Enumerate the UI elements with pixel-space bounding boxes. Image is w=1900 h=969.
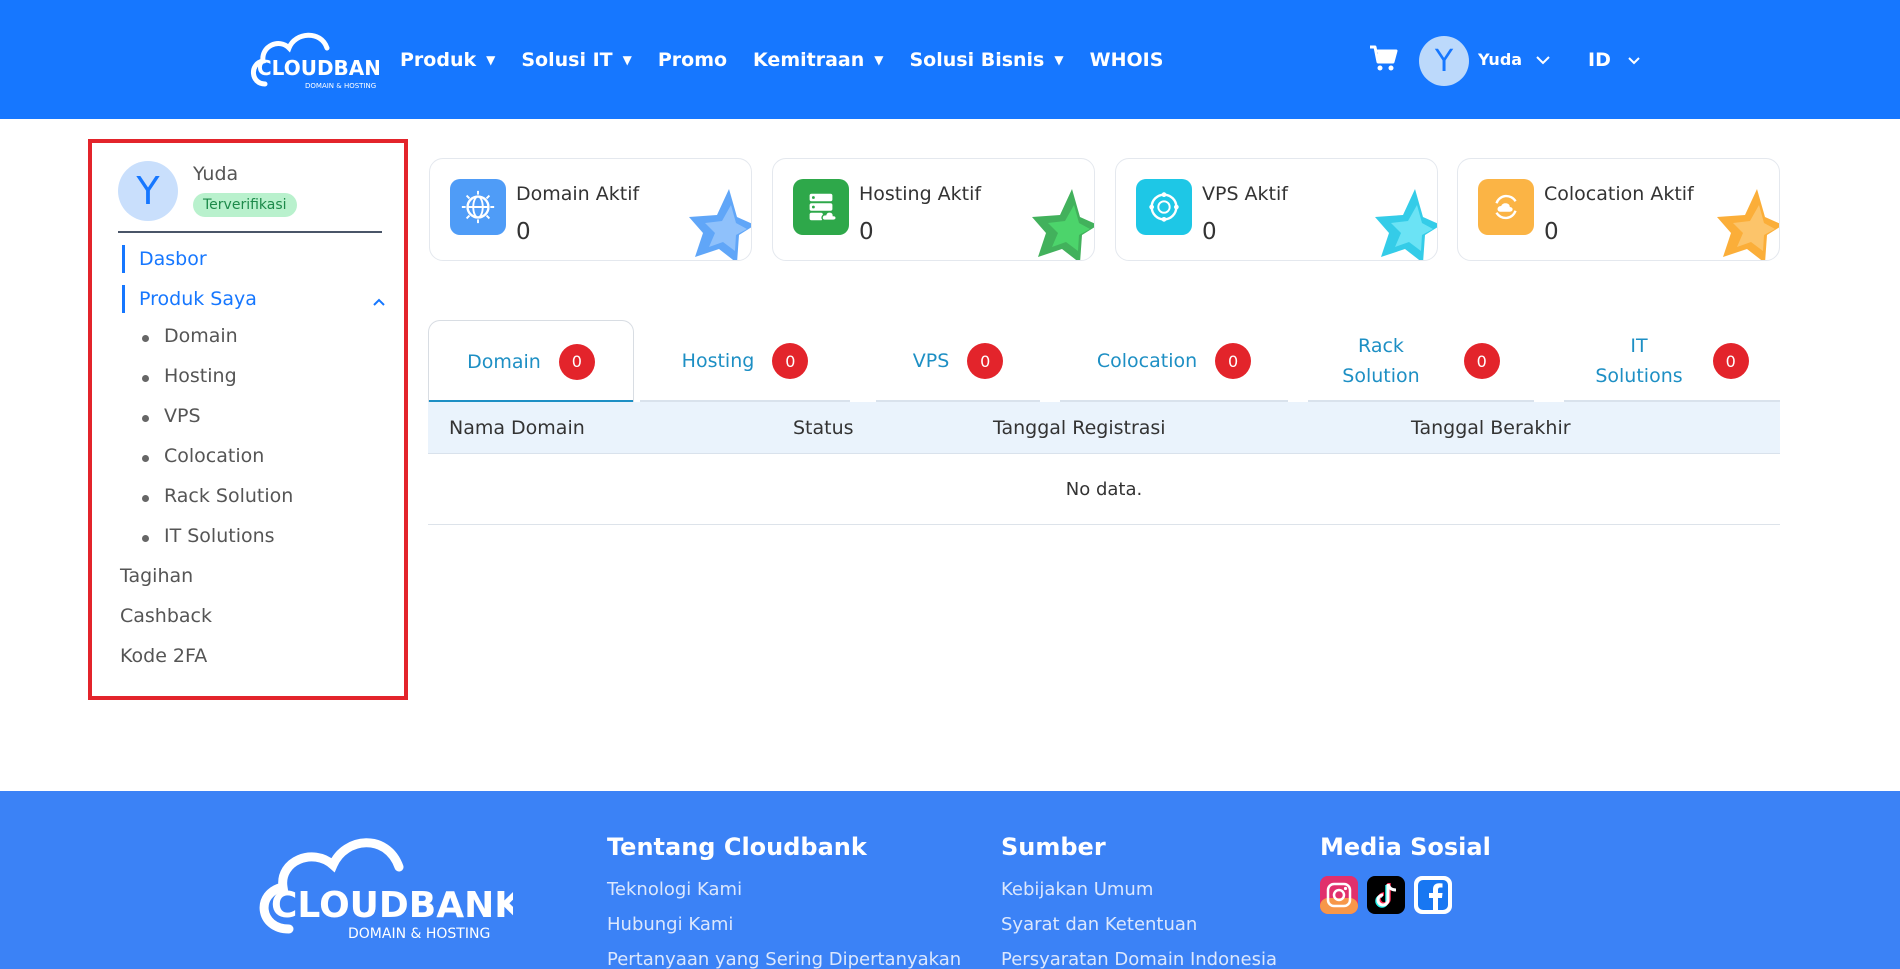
star-decoration-icon	[1032, 189, 1094, 260]
table-header: Nama Domain Status Tanggal Registrasi Ta…	[428, 402, 1780, 454]
facebook-icon[interactable]	[1414, 876, 1452, 914]
sidebar-avatar: Y	[118, 161, 178, 221]
footer-social-title: Media Sosial	[1320, 833, 1491, 861]
stat-title: Colocation Aktif	[1544, 183, 1694, 205]
footer-resources-title: Sumber	[1001, 833, 1106, 861]
footer-link[interactable]: Hubungi Kami	[607, 914, 733, 935]
verified-badge: Terverifikasi	[193, 193, 297, 217]
nav-produk[interactable]: Produk ▼	[400, 49, 495, 71]
network-icon	[1136, 179, 1192, 235]
stat-value: 0	[516, 219, 531, 245]
column-tanggal-berakhir[interactable]: Tanggal Berakhir	[1411, 417, 1571, 439]
stat-card-hosting: Hosting Aktif 0	[772, 158, 1095, 261]
globe-icon	[450, 179, 506, 235]
tab-vps[interactable]: VPS 0	[876, 320, 1040, 402]
caret-down-icon: ▼	[486, 52, 496, 67]
footer-link[interactable]: Kebijakan Umum	[1001, 879, 1153, 900]
chevron-down-icon[interactable]	[1627, 54, 1641, 68]
footer-link[interactable]: Syarat dan Ketentuan	[1001, 914, 1197, 935]
stat-title: Domain Aktif	[516, 183, 640, 205]
caret-down-icon: ▼	[1054, 52, 1064, 67]
nav-whois[interactable]: WHOIS	[1090, 49, 1164, 71]
sidebar-user-name: Yuda	[193, 163, 239, 185]
star-decoration-icon	[1717, 189, 1779, 260]
footer-logo-text: CLOUDBANK	[271, 885, 513, 926]
footer-logo-subtext: DOMAIN & HOSTING	[348, 926, 490, 942]
server-icon	[793, 179, 849, 235]
table-empty-state: No data.	[428, 454, 1780, 525]
tab-domain[interactable]: Domain 0	[428, 320, 634, 402]
column-status[interactable]: Status	[793, 417, 854, 439]
count-badge: 0	[1712, 343, 1749, 379]
stat-value: 0	[859, 219, 874, 245]
sidebar-item-produk-saya[interactable]: Produk Saya	[122, 285, 257, 313]
cloud-sync-icon	[1478, 179, 1534, 235]
product-tabs: Domain 0 Hosting 0 VPS 0 Colocation 0 Ra…	[428, 320, 1780, 402]
nav-solusi-bisnis[interactable]: Solusi Bisnis ▼	[910, 49, 1064, 71]
sidebar-item-cashback[interactable]: Cashback	[120, 605, 212, 627]
caret-down-icon: ▼	[622, 52, 632, 67]
footer-link[interactable]: Persyaratan Domain Indonesia	[1001, 949, 1277, 969]
cloud-logo-icon: CLOUDBANK DOMAIN & HOSTING	[259, 838, 523, 942]
user-name[interactable]: Yuda	[1478, 50, 1522, 69]
sidebar-item-dasbor[interactable]: Dasbor	[122, 245, 207, 273]
user-avatar[interactable]: Y	[1419, 36, 1469, 86]
logo-subtext: DOMAIN & HOSTING	[305, 82, 376, 90]
sidebar-item-hosting[interactable]: Hosting	[142, 365, 237, 387]
stat-card-vps: VPS Aktif 0	[1115, 158, 1438, 261]
count-badge: 0	[1463, 343, 1500, 379]
sidebar-item-kode-2fa[interactable]: Kode 2FA	[120, 645, 207, 667]
count-badge: 0	[772, 343, 809, 379]
footer-about-title: Tentang Cloudbank	[607, 833, 867, 861]
nav-kemitraan[interactable]: Kemitraan ▼	[753, 49, 883, 71]
top-navbar: CLOUDBANK DOMAIN & HOSTING Produk▼ Solus…	[0, 0, 1900, 119]
count-badge: 0	[1215, 343, 1252, 379]
footer-link[interactable]: Pertanyaan yang Sering Dipertanyakan	[607, 949, 961, 969]
stat-title: Hosting Aktif	[859, 183, 982, 205]
logo-text: CLOUDBANK	[257, 56, 379, 80]
footer-link[interactable]: Teknologi Kami	[607, 879, 742, 900]
stat-card-domain: Domain Aktif 0	[429, 158, 752, 261]
instagram-icon[interactable]	[1320, 876, 1358, 914]
main-nav: Produk ▼ Solusi IT ▼ Promo Kemitraan ▼ Solu…	[400, 0, 1189, 119]
account-sidebar: Y Yuda Terverifikasi Dasbor Produk Saya …	[88, 139, 408, 700]
count-badge: 0	[967, 343, 1004, 379]
nav-solusi-it[interactable]: Solusi IT ▼	[521, 49, 631, 71]
column-nama-domain[interactable]: Nama Domain	[449, 417, 585, 439]
caret-down-icon: ▼	[874, 52, 884, 67]
stat-value: 0	[1544, 219, 1559, 245]
sidebar-item-rack-solution[interactable]: Rack Solution	[142, 485, 293, 507]
sidebar-item-tagihan[interactable]: Tagihan	[120, 565, 193, 587]
chevron-up-icon[interactable]	[372, 295, 386, 309]
footer-logo[interactable]: CLOUDBANK DOMAIN & HOSTING	[253, 833, 523, 943]
stat-card-colocation: Colocation Aktif 0	[1457, 158, 1780, 261]
stat-value: 0	[1202, 219, 1217, 245]
sidebar-divider	[118, 231, 382, 233]
tab-colocation[interactable]: Colocation 0	[1060, 320, 1288, 402]
sidebar-item-vps[interactable]: VPS	[142, 405, 201, 427]
tab-rack-solution[interactable]: Rack Solution 0	[1308, 320, 1534, 402]
sidebar-item-it-solutions[interactable]: IT Solutions	[142, 525, 275, 547]
chevron-down-icon[interactable]	[1535, 52, 1551, 68]
tab-hosting[interactable]: Hosting 0	[640, 320, 850, 402]
nav-promo[interactable]: Promo	[658, 49, 727, 71]
star-decoration-icon	[1375, 189, 1437, 260]
cloud-logo-icon: CLOUDBANK DOMAIN & HOSTING	[251, 32, 398, 90]
sidebar-item-colocation[interactable]: Colocation	[142, 445, 264, 467]
tiktok-icon[interactable]	[1367, 876, 1405, 914]
column-tanggal-registrasi[interactable]: Tanggal Registrasi	[993, 417, 1166, 439]
site-footer: CLOUDBANK DOMAIN & HOSTING Tentang Cloud…	[0, 791, 1900, 969]
count-badge: 0	[558, 343, 595, 380]
cloudbank-logo[interactable]: CLOUDBANK DOMAIN & HOSTING	[247, 28, 398, 94]
tab-it-solutions[interactable]: IT Solutions 0	[1564, 320, 1780, 402]
sidebar-item-domain[interactable]: Domain	[142, 325, 238, 347]
language-selector[interactable]: ID	[1588, 49, 1611, 71]
star-decoration-icon	[689, 189, 751, 260]
cart-icon[interactable]	[1368, 43, 1398, 73]
stat-title: VPS Aktif	[1202, 183, 1288, 205]
